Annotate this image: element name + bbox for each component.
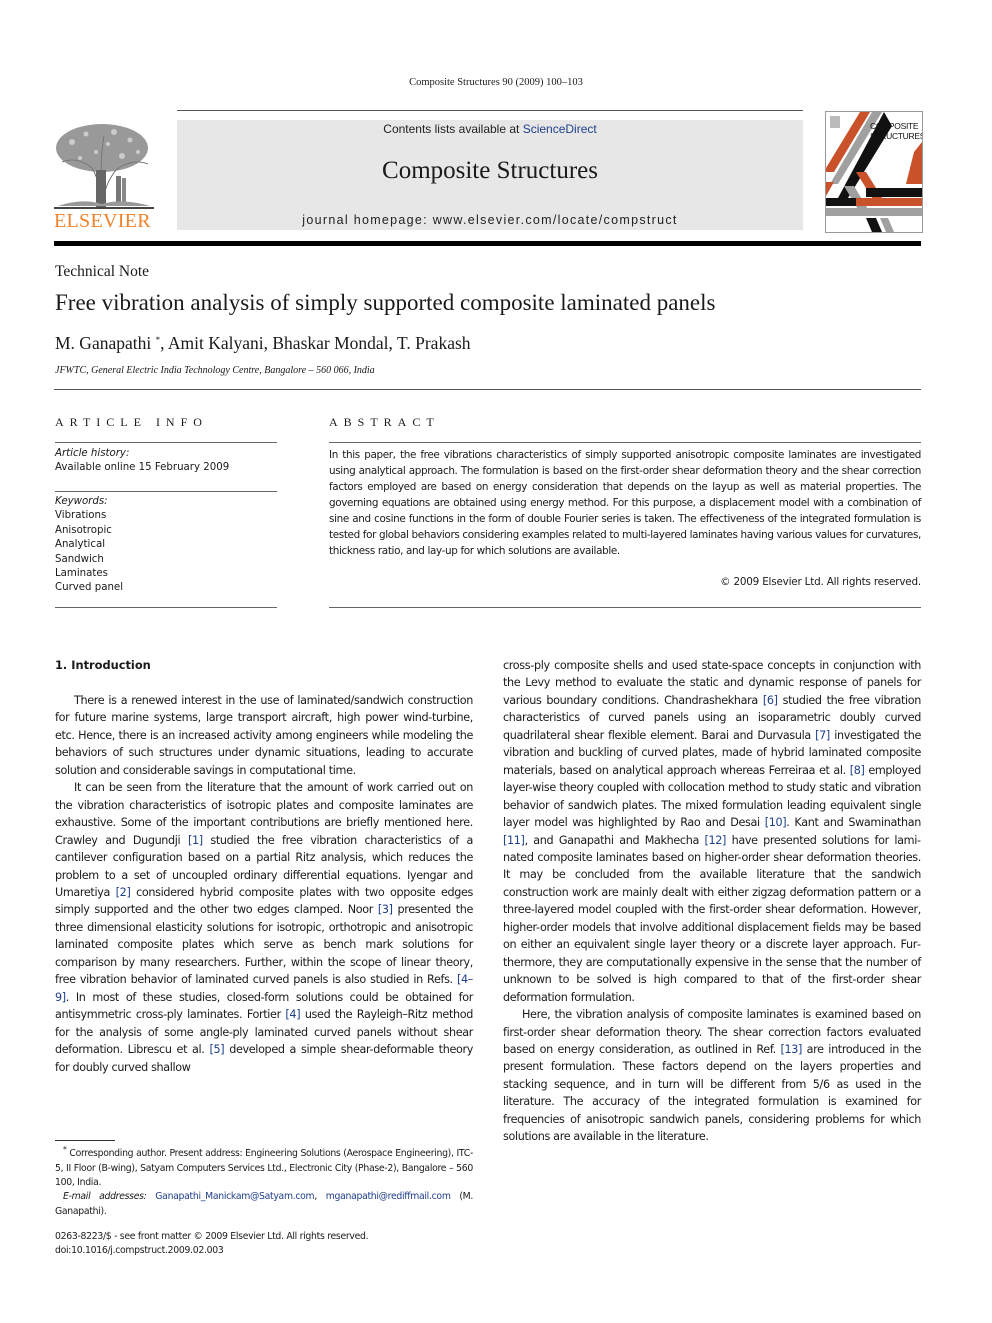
abstract-bottom-rule [329,607,921,608]
citation-link[interactable]: [11] [503,834,525,847]
elsevier-wordmark: ELSEVIER [54,210,151,232]
article-history: Article history: Available online 15 Feb… [55,447,277,476]
author-list: M. Ganapathi *, Amit Kalyani, Bhaskar Mo… [55,333,471,354]
email-separator: , [314,1191,326,1203]
header-thick-rule [54,241,921,246]
paragraph-text: , and Ganapathi and Makhecha [524,833,705,847]
citation-link[interactable]: [5] [209,1043,224,1056]
abstract-rule [329,442,921,443]
author-others: , Amit Kalyani, Bhaskar Mondal, T. Praka… [160,333,471,353]
body-column-right: cross-ply composite shells and used stat… [503,657,921,1146]
issn-line: 0263-8223/$ - see front matter © 2009 El… [55,1231,369,1242]
citation-link[interactable]: [7] [815,729,830,742]
keywords-block: Keywords: Vibrations Anisotropic Analyti… [55,495,277,596]
contents-line: Contents lists available at ScienceDirec… [177,122,803,136]
body-paragraph: Here, the vibration analysis of composit… [503,1006,921,1146]
body-paragraph: There is a renewed interest in the use o… [55,692,473,779]
title-block-rule [54,389,921,390]
running-head: Composite Structures 90 (2009) 100–103 [409,77,583,88]
citation-link[interactable]: [2] [116,886,131,899]
history-label: Article history: [55,448,130,459]
doi-link[interactable]: doi:10.1016/j.compstruct.2009.02.003 [55,1244,368,1258]
article-type: Technical Note [55,263,150,280]
paragraph-text: are introduced in the present formulatio… [503,1042,921,1144]
keyword-item: Sandwich [55,553,104,565]
paragraph-text: have presented solutions for lami­nated … [503,833,922,1004]
keyword-item: Anisotropic [55,524,112,536]
paragraph-text: . Kant and Swaminathan [786,816,921,830]
cover-title-line2: STRUCTURES [870,131,923,141]
journal-cover-image: COMPOSITE STRUCTURES [825,111,923,233]
body-paragraph: It can be seen from the literature that … [55,779,473,1076]
header-top-rule [177,110,803,111]
section-heading: 1. Introduction [55,658,151,672]
citation-link[interactable]: [13] [780,1043,802,1056]
citation-link[interactable]: [6] [763,694,778,707]
sciencedirect-link[interactable]: ScienceDirect [523,122,597,136]
cover-title: COMPOSITE STRUCTURES [870,121,923,141]
history-value: Available online 15 February 2009 [55,462,230,474]
body-column-left: There is a renewed interest in the use o… [55,692,473,1076]
paragraph-text: There is a renewed interest in the use o… [55,694,473,777]
keyword-item: Curved panel [55,582,124,594]
citation-link[interactable]: [8] [850,764,865,777]
keyword-item: Analytical [55,539,106,551]
body-paragraph: cross-ply composite shells and used stat… [503,657,921,1006]
footnote: * Corresponding author. Present address:… [55,1143,473,1219]
citation-link[interactable]: [3] [378,903,393,916]
history-rule [55,491,277,492]
email-link-1[interactable]: Ganapathi_Manickam@Satyam.com [155,1191,314,1202]
journal-homepage[interactable]: journal homepage: www.elsevier.com/locat… [177,213,803,227]
footnote-rule [55,1140,115,1141]
keywords-rule [55,607,277,608]
abstract-copyright: © 2009 Elsevier Ltd. All rights reserved… [720,576,921,588]
footnote-text: Corresponding author. Present address: E… [55,1148,473,1188]
citation-link[interactable]: [12] [705,834,727,847]
abstract-text: In this paper, the free vibrations chara… [329,449,921,557]
keyword-item: Vibrations [55,510,107,522]
citation-link[interactable]: [10] [765,816,787,829]
article-title: Free vibration analysis of simply suppor… [55,290,716,315]
journal-title: Composite Structures [382,157,598,184]
front-matter: 0263-8223/$ - see front matter © 2009 El… [55,1230,369,1259]
contents-prefix: Contents lists available at [383,122,523,136]
cover-title-line1: COMPOSITE [870,121,919,131]
keywords-label: Keywords: [55,496,108,507]
email-link-2[interactable]: mganapathi@rediffmail.com [326,1191,451,1202]
keyword-item: Laminates [55,568,108,580]
article-info-rule [55,442,277,443]
article-info-heading: ARTICLE INFO [55,415,208,429]
affiliation: JFWTC, General Electric India Technology… [55,365,375,376]
citation-link[interactable]: [1] [188,834,203,847]
citation-link[interactable]: [4] [285,1008,300,1021]
author-corresponding[interactable]: M. Ganapathi [55,333,151,353]
email-label: E-mail addresses: [63,1191,147,1203]
abstract-heading: ABSTRACT [329,415,440,429]
